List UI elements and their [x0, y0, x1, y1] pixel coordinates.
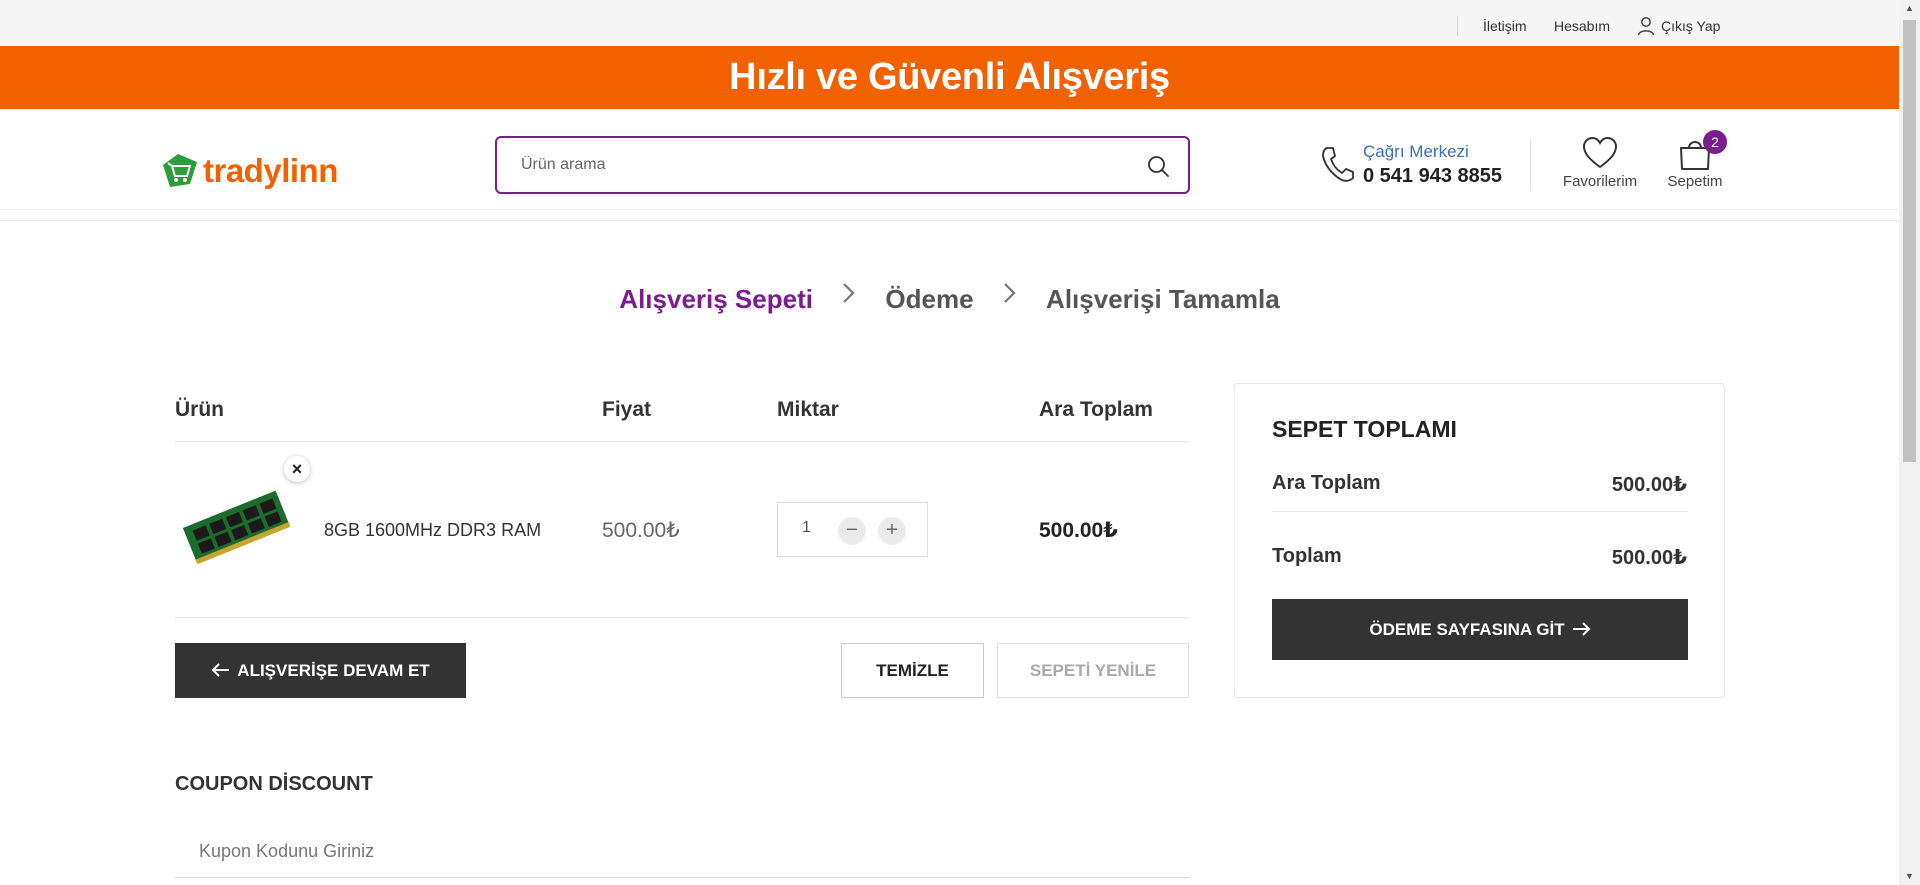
page-scrollbar[interactable]: ▲ ▼: [1899, 0, 1920, 885]
logo-text: tradylinn: [203, 152, 338, 189]
cart-totals-box: SEPET TOPLAMI Ara Toplam 500.00₺ Toplam …: [1234, 383, 1725, 698]
cart-logo-icon: [163, 154, 197, 187]
phone-icon: [1322, 147, 1354, 182]
table-header-divider: [175, 441, 1190, 442]
scroll-down-arrow[interactable]: ▼: [1899, 868, 1920, 885]
call-center-label: Çağrı Merkezi: [1363, 142, 1469, 161]
clear-cart-button[interactable]: TEMİZLE: [841, 643, 984, 698]
item-subtotal: 500.00₺: [1039, 519, 1118, 542]
logout-link[interactable]: Çıkış Yap: [1661, 17, 1720, 35]
site-header: tradylinn Çağrı Merkezi 0 541 943 8855 F…: [0, 109, 1899, 221]
header-divider: [0, 209, 1899, 210]
header-vertical-divider: [1530, 139, 1531, 191]
arrow-right-icon: [1572, 622, 1591, 636]
checkout-label: ÖDEME SAYFASINA GİT: [1369, 620, 1565, 639]
refresh-cart-button[interactable]: SEPETİ YENİLE: [997, 643, 1189, 698]
page: İletişim Hesabım Çıkış Yap Hızlı ve Güve…: [0, 0, 1899, 885]
scroll-up-arrow[interactable]: ▲: [1899, 0, 1920, 17]
plus-icon[interactable]: +: [878, 517, 906, 545]
step-complete: Alışverişi Tamamla: [1046, 283, 1280, 314]
quantity-stepper: 1 − +: [777, 502, 928, 557]
search-input[interactable]: [521, 138, 1121, 192]
checkout-button[interactable]: ÖDEME SAYFASINA GİT: [1272, 599, 1688, 660]
chevron-right-icon: [1004, 283, 1016, 303]
top-bar-divider: [1457, 16, 1458, 36]
product-name[interactable]: 8GB 1600MHz DDR3 RAM: [324, 520, 541, 541]
browser-viewport: İletişim Hesabım Çıkış Yap Hızlı ve Güve…: [0, 0, 1920, 885]
arrow-left-icon: [211, 663, 230, 677]
favorites-button[interactable]: Favorilerim: [1555, 136, 1645, 190]
coupon-code-input[interactable]: [175, 826, 1190, 878]
top-bar: İletişim Hesabım Çıkış Yap: [0, 0, 1899, 46]
product-price: 500.00₺: [602, 519, 680, 542]
chevron-right-icon: [843, 283, 855, 303]
product-image[interactable]: [180, 486, 292, 566]
cart-button[interactable]: 2 Sepetim: [1650, 130, 1740, 190]
continue-shopping-button[interactable]: ALIŞVERİŞE DEVAM ET: [175, 643, 466, 698]
user-icon[interactable]: [1637, 16, 1655, 36]
continue-shopping-label: ALIŞVERİŞE DEVAM ET: [237, 661, 430, 680]
header-quantity: Miktar: [777, 398, 839, 421]
cart-count-badge: 2: [1703, 130, 1727, 154]
header-product: Ürün: [175, 398, 224, 421]
search-icon[interactable]: [1146, 154, 1170, 178]
site-logo[interactable]: tradylinn: [160, 151, 338, 191]
totals-subtotal-label: Ara Toplam: [1272, 472, 1381, 494]
step-cart: Alışveriş Sepeti: [619, 283, 813, 314]
favorites-label: Favorilerim: [1562, 173, 1638, 190]
minus-icon[interactable]: −: [838, 517, 866, 545]
contact-link[interactable]: İletişim: [1483, 17, 1527, 35]
header-price: Fiyat: [602, 398, 652, 421]
table-row-divider: [175, 617, 1190, 618]
header-subtotal: Ara Toplam: [1039, 398, 1153, 421]
call-center-number[interactable]: 0 541 943 8855: [1363, 165, 1502, 188]
remove-item-button[interactable]: ×: [284, 456, 310, 482]
totals-total-value: 500.00₺: [1611, 547, 1687, 569]
checkout-steps: Alışveriş Sepeti Ödeme Alışverişi Tamaml…: [0, 280, 1899, 315]
heart-icon: [1582, 136, 1618, 169]
search-box: [495, 136, 1190, 194]
scrollbar-thumb[interactable]: [1903, 20, 1916, 462]
coupon-title: COUPON DİSCOUNT: [175, 773, 373, 795]
step-payment: Ödeme: [885, 283, 974, 314]
account-link[interactable]: Hesabım: [1554, 17, 1610, 35]
quantity-value[interactable]: 1: [802, 519, 811, 537]
totals-subtotal-value: 500.00₺: [1611, 474, 1687, 496]
banner-text: Hızlı ve Güvenli Alışveriş: [729, 56, 1170, 98]
totals-total-label: Toplam: [1272, 545, 1342, 567]
cart-label: Sepetim: [1667, 173, 1723, 190]
totals-divider: [1272, 511, 1688, 512]
promo-banner: Hızlı ve Güvenli Alışveriş: [0, 46, 1899, 109]
cart-totals-title: SEPET TOPLAMI: [1272, 416, 1457, 442]
